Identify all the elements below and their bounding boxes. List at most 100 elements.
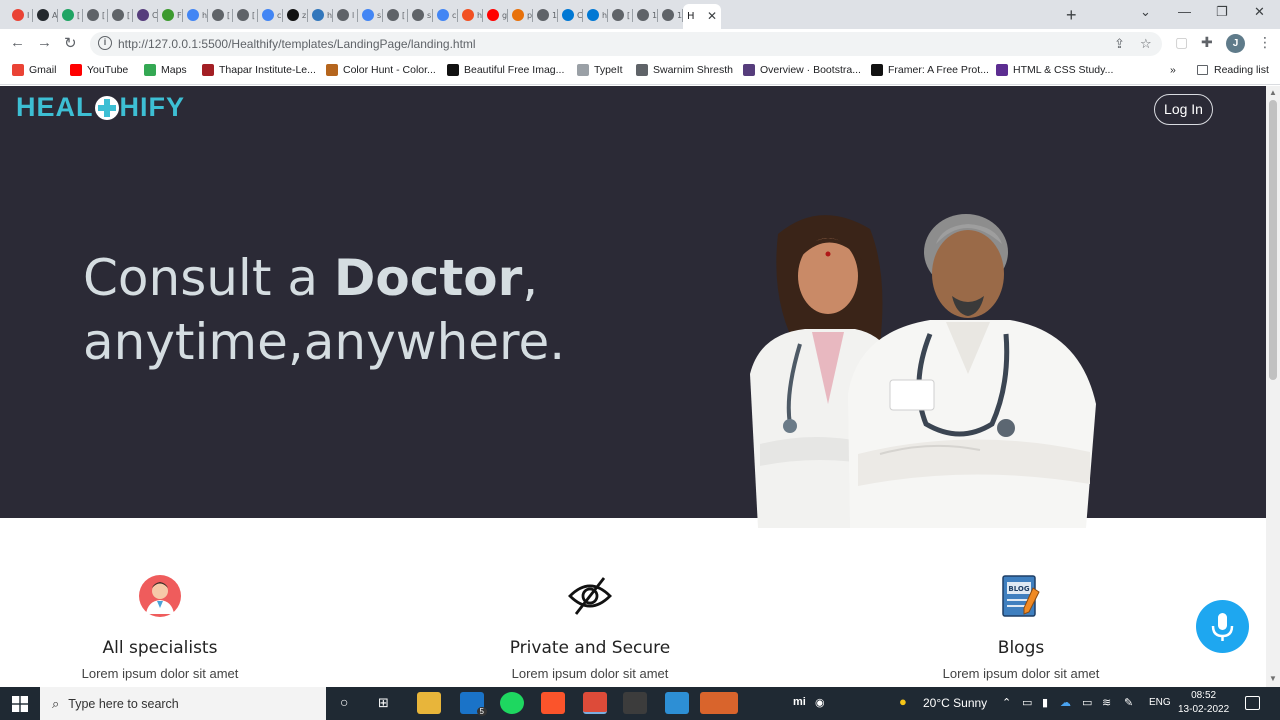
brave-icon[interactable] xyxy=(541,692,565,714)
browser-tab-active[interactable]: H ✕ xyxy=(683,4,721,29)
spotify-icon[interactable] xyxy=(500,692,524,714)
bookmark-item[interactable]: Framer: A Free Prot... xyxy=(871,64,989,76)
back-icon[interactable]: ← xyxy=(10,34,25,51)
bookmark-item[interactable]: Gmail xyxy=(12,64,56,76)
share-icon[interactable]: ⇪ xyxy=(1114,36,1125,52)
tab-title: [ xyxy=(77,10,81,20)
bookmark-item[interactable]: Beautiful Free Imag... xyxy=(447,64,564,76)
browser-tab[interactable]: [ xyxy=(108,4,133,26)
browser-tab[interactable]: s xyxy=(408,4,433,26)
browser-tab[interactable]: g xyxy=(483,4,508,26)
browser-tab[interactable]: h xyxy=(183,4,208,26)
tab-title: 1 xyxy=(652,10,658,20)
extension-icon[interactable]: ▢ xyxy=(1175,34,1188,51)
notification-icon[interactable] xyxy=(1245,696,1260,710)
browser-tab[interactable]: 1 xyxy=(633,4,658,26)
scroll-up-icon[interactable]: ▲ xyxy=(1269,88,1277,97)
browser-tab[interactable]: 1 xyxy=(658,4,683,26)
maximize-icon[interactable]: ❐ xyxy=(1216,4,1228,20)
browser-tab[interactable]: C xyxy=(558,4,583,26)
vscode-icon[interactable] xyxy=(665,692,689,714)
browser-tab[interactable]: [ xyxy=(233,4,258,26)
healthify-logo[interactable]: HEAL HIFY xyxy=(16,92,185,123)
site-info-icon[interactable]: i xyxy=(98,36,112,50)
menu-kebab-icon[interactable]: ⋮ xyxy=(1258,34,1272,51)
terminal-icon[interactable] xyxy=(623,692,647,714)
clock[interactable]: 08:52 13-02-2022 xyxy=(1178,689,1229,717)
voice-assistant-button[interactable] xyxy=(1196,600,1249,653)
browser-tab[interactable]: c xyxy=(258,4,283,26)
browser-tab[interactable]: I xyxy=(8,4,33,26)
page-scrollbar[interactable]: ▲ ▼ xyxy=(1266,86,1280,687)
globe-icon xyxy=(537,9,549,21)
mi-icon[interactable]: mi xyxy=(793,696,806,708)
browser-tab[interactable]: p xyxy=(508,4,533,26)
url-text[interactable]: http://127.0.0.1:5500/Healthify/template… xyxy=(118,37,476,51)
bookmark-item[interactable]: YouTube xyxy=(70,64,128,76)
browser-toolbar: ← → ↻ i http://127.0.0.1:5500/Healthify/… xyxy=(0,29,1280,59)
globe-icon xyxy=(87,9,99,21)
browser-tab[interactable]: [ xyxy=(608,4,633,26)
bookmark-item[interactable]: Maps xyxy=(144,64,187,76)
mail-icon[interactable]: 5 xyxy=(460,692,487,716)
browser-tab[interactable]: C xyxy=(133,4,158,26)
language-indicator[interactable]: ENG xyxy=(1149,697,1171,708)
taskbar-search-box[interactable]: ⌕ Type here to search xyxy=(40,687,326,720)
bookmark-item[interactable]: Thapar Institute-Le... xyxy=(202,64,316,76)
pen-icon[interactable]: ✎ xyxy=(1124,696,1133,709)
tab-search-icon[interactable]: ⌄ xyxy=(1140,4,1151,20)
weather-text[interactable]: 20°C Sunny xyxy=(923,696,987,710)
sync-icon[interactable]: ◉ xyxy=(815,696,825,709)
youtube-icon xyxy=(70,64,82,76)
new-tab-button[interactable]: + xyxy=(1066,5,1077,26)
bookmark-item[interactable]: Swarnim Shresth xyxy=(636,64,733,76)
browser-tab[interactable]: A xyxy=(33,4,58,26)
microphone-tray-icon[interactable]: ▮ xyxy=(1042,696,1048,709)
windows-start-icon[interactable] xyxy=(12,696,28,712)
bookmark-item[interactable]: HTML & CSS Study... xyxy=(996,64,1113,76)
browser-tab[interactable]: [ xyxy=(58,4,83,26)
file-explorer-icon[interactable] xyxy=(417,692,441,714)
feature-blogs: BLOG Blogs Lorem ipsum dolor sit amet xyxy=(901,574,1141,681)
wifi-icon[interactable]: ≋ xyxy=(1102,696,1111,709)
login-button[interactable]: Log In xyxy=(1154,94,1213,125)
bookmark-item[interactable]: TypeIt xyxy=(577,64,623,76)
close-window-icon[interactable]: ✕ xyxy=(1254,4,1265,20)
tray-device-icon[interactable]: ▭ xyxy=(1022,696,1032,709)
browser-tab[interactable]: z xyxy=(283,4,308,26)
browser-tab[interactable]: [ xyxy=(83,4,108,26)
browser-tab[interactable]: [ xyxy=(383,4,408,26)
address-bar[interactable]: i http://127.0.0.1:5500/Healthify/templa… xyxy=(90,32,1162,56)
browser-tab[interactable]: c xyxy=(433,4,458,26)
chrome-icon[interactable] xyxy=(583,692,607,714)
scroll-thumb[interactable] xyxy=(1269,100,1277,380)
bookmark-star-icon[interactable]: ☆ xyxy=(1140,36,1152,52)
minimize-icon[interactable]: — xyxy=(1178,4,1191,19)
browser-tab[interactable]: s xyxy=(358,4,383,26)
task-view-icon[interactable]: ⊞ xyxy=(378,695,389,711)
forward-icon[interactable]: → xyxy=(37,34,52,51)
browser-tab[interactable]: h xyxy=(458,4,483,26)
bookmark-item[interactable]: Overview · Bootstra... xyxy=(743,64,861,76)
reload-icon[interactable]: ↻ xyxy=(64,34,77,52)
browser-tab[interactable]: h xyxy=(583,4,608,26)
reading-list-button[interactable]: Reading list xyxy=(1197,64,1269,76)
bookmark-item[interactable]: Color Hunt - Color... xyxy=(326,64,436,76)
chrome-app-icon[interactable] xyxy=(700,692,738,714)
browser-tab-strip: I A[[[C Fh[[c z h l s[s c h g p 1 Ch[1 1 H ✕ + ⌄ — ❐ ✕ xyxy=(0,0,1280,29)
onedrive-icon[interactable]: ☁ xyxy=(1060,696,1071,709)
browser-tab[interactable]: 1 xyxy=(533,4,558,26)
browser-tab[interactable]: [ xyxy=(208,4,233,26)
battery-icon[interactable]: ▭ xyxy=(1082,696,1092,709)
browser-tab[interactable]: F xyxy=(158,4,183,26)
bookmarks-overflow-icon[interactable]: » xyxy=(1170,64,1176,76)
close-tab-icon[interactable]: ✕ xyxy=(707,9,717,23)
profile-avatar[interactable]: J xyxy=(1226,34,1245,53)
tray-chevron-icon[interactable]: ⌃ xyxy=(1002,696,1011,709)
extensions-puzzle-icon[interactable]: ✚ xyxy=(1201,34,1213,51)
logo-text-right: HIFY xyxy=(119,92,186,122)
browser-tab[interactable]: l xyxy=(333,4,358,26)
scroll-down-icon[interactable]: ▼ xyxy=(1269,674,1277,683)
cortana-icon[interactable]: ○ xyxy=(340,694,348,710)
browser-tab[interactable]: h xyxy=(308,4,333,26)
